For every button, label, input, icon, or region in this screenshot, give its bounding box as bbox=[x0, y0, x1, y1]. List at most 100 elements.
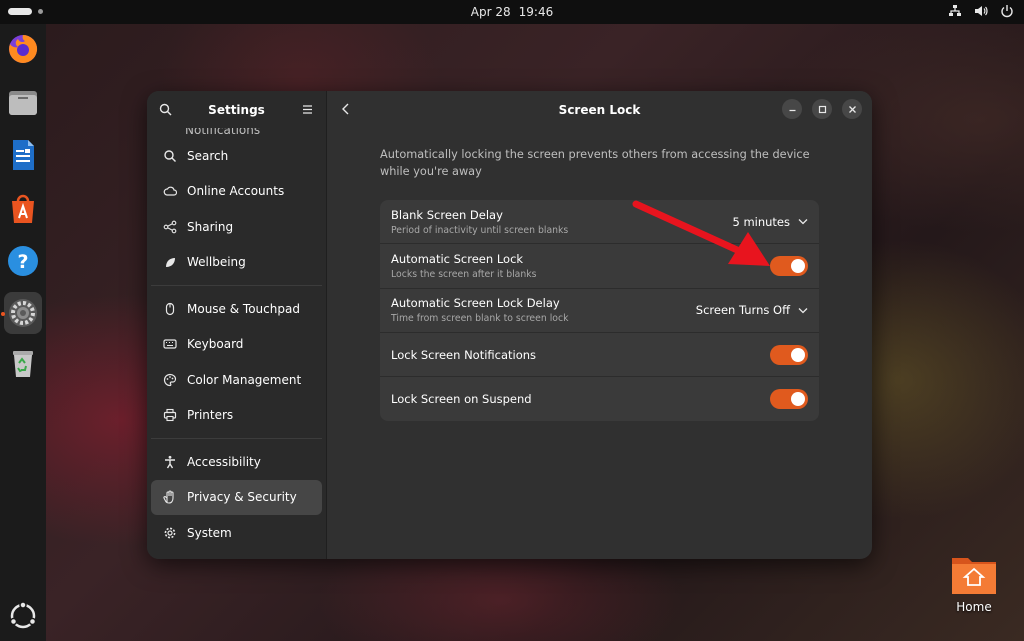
row-subtitle: Locks the screen after it blanks bbox=[391, 268, 537, 280]
share-icon bbox=[163, 220, 177, 234]
sidebar-item-label: Sharing bbox=[187, 219, 234, 234]
automatic-screen-lock-toggle[interactable] bbox=[770, 255, 808, 276]
sidebar-item-label: Online Accounts bbox=[187, 184, 285, 199]
sidebar-item-label: Keyboard bbox=[187, 337, 244, 352]
dropdown-value: Screen Turns Off bbox=[695, 303, 790, 318]
lock-screen-on-suspend-row[interactable]: Lock Screen on Suspend bbox=[380, 377, 819, 421]
close-button[interactable] bbox=[842, 99, 862, 119]
sidebar-item-mouse-touchpad[interactable]: Mouse & Touchpad bbox=[151, 291, 322, 327]
sidebar-item-label: Accessibility bbox=[187, 454, 261, 469]
row-title: Lock Screen Notifications bbox=[391, 347, 537, 362]
trash-icon[interactable] bbox=[4, 342, 42, 384]
lock-screen-notifications-row[interactable]: Lock Screen Notifications bbox=[380, 333, 819, 378]
sidebar-item-label: Search bbox=[187, 148, 229, 163]
row-subtitle: Period of inactivity until screen blanks bbox=[391, 224, 569, 236]
automatic-screen-lock-delay-row[interactable]: Automatic Screen Lock Delay Time from sc… bbox=[380, 289, 819, 333]
sidebar-item-label: Privacy & Security bbox=[187, 490, 297, 505]
sidebar-separator bbox=[151, 285, 322, 286]
mouse-icon bbox=[163, 302, 177, 316]
search-icon[interactable] bbox=[159, 103, 172, 116]
sidebar-item-online-accounts[interactable]: Online Accounts bbox=[151, 174, 322, 210]
row-title: Lock Screen on Suspend bbox=[391, 392, 532, 407]
main-header: Screen Lock bbox=[327, 91, 872, 128]
sidebar-item-label: Color Management bbox=[187, 372, 302, 387]
sidebar-item-keyboard[interactable]: Keyboard bbox=[151, 327, 322, 363]
workspace-dot bbox=[38, 9, 43, 14]
toggle-knob bbox=[791, 347, 805, 362]
back-button[interactable] bbox=[341, 103, 351, 115]
desktop-home-folder[interactable]: Home bbox=[944, 552, 1004, 614]
sidebar-item-accessibility[interactable]: Accessibility bbox=[151, 444, 322, 480]
sidebar-title: Settings bbox=[208, 102, 265, 117]
sidebar-item-printers[interactable]: Printers bbox=[151, 398, 322, 434]
sidebar-item-label: Mouse & Touchpad bbox=[187, 301, 300, 316]
sidebar-item-sharing[interactable]: Sharing bbox=[151, 209, 322, 245]
desktop-home-label: Home bbox=[956, 600, 992, 614]
blank-screen-delay-dropdown[interactable]: 5 minutes bbox=[732, 215, 808, 229]
page-description: Automatically locking the screen prevent… bbox=[380, 148, 810, 178]
sidebar-list: Notifications Search Online Accounts Sha… bbox=[147, 128, 326, 551]
sidebar-item-cut-off[interactable]: Notifications bbox=[151, 128, 322, 138]
blank-screen-delay-row[interactable]: Blank Screen Delay Period of inactivity … bbox=[380, 200, 819, 245]
clock-time: 19:46 bbox=[518, 5, 554, 19]
maximize-button[interactable] bbox=[812, 99, 832, 119]
row-title: Automatic Screen Lock Delay bbox=[391, 296, 560, 311]
screen-lock-preferences: Blank Screen Delay Period of inactivity … bbox=[380, 200, 819, 422]
sidebar-item-system[interactable]: System bbox=[151, 515, 322, 551]
automatic-screen-lock-row[interactable]: Automatic Screen Lock Locks the screen a… bbox=[380, 244, 819, 289]
sidebar-item-label: System bbox=[187, 525, 232, 540]
clock[interactable]: Apr 28 19:46 bbox=[471, 5, 553, 19]
chevron-left-icon bbox=[342, 103, 349, 115]
help-icon[interactable]: ? bbox=[4, 240, 42, 282]
settings-icon[interactable] bbox=[4, 292, 42, 334]
window-controls bbox=[782, 99, 862, 119]
page-title: Screen Lock bbox=[558, 102, 641, 117]
maximize-icon bbox=[818, 105, 826, 113]
dropdown-value: 5 minutes bbox=[732, 214, 790, 229]
sidebar-separator bbox=[151, 438, 322, 439]
writer-icon[interactable] bbox=[4, 134, 42, 176]
activities-indicator[interactable] bbox=[8, 8, 43, 15]
sidebar-item-label: Printers bbox=[187, 408, 234, 423]
sidebar-item-label: Wellbeing bbox=[187, 255, 246, 270]
close-icon bbox=[848, 105, 856, 113]
network-icon[interactable] bbox=[948, 4, 962, 18]
clock-date: Apr 28 bbox=[470, 5, 511, 19]
home-folder-icon bbox=[952, 558, 996, 594]
power-icon[interactable] bbox=[1000, 4, 1014, 18]
svg-text:?: ? bbox=[17, 251, 28, 273]
automatic-screen-lock-delay-dropdown[interactable]: Screen Turns Off bbox=[696, 303, 808, 317]
chevron-down-icon bbox=[798, 307, 808, 314]
hand-icon bbox=[163, 490, 177, 504]
running-indicator bbox=[1, 312, 5, 316]
keyboard-icon bbox=[163, 337, 177, 351]
toggle-knob bbox=[791, 392, 805, 407]
sidebar-item-wellbeing[interactable]: Wellbeing bbox=[151, 245, 322, 281]
volume-icon[interactable] bbox=[974, 4, 988, 18]
minimize-button[interactable] bbox=[782, 99, 802, 119]
row-title: Blank Screen Delay bbox=[391, 207, 503, 222]
search-icon bbox=[163, 149, 177, 163]
system-tray[interactable] bbox=[948, 4, 1014, 18]
chevron-down-icon bbox=[798, 219, 808, 225]
workspace-active-pill bbox=[8, 8, 32, 15]
firefox-icon[interactable] bbox=[4, 28, 42, 70]
leaf-icon bbox=[163, 255, 177, 269]
lock-screen-on-suspend-toggle[interactable] bbox=[770, 389, 808, 410]
hamburger-menu-icon[interactable] bbox=[301, 103, 314, 116]
settings-window: Settings Notifications Search Online Acc… bbox=[147, 91, 872, 559]
sidebar-item-privacy-security[interactable]: Privacy & Security bbox=[151, 479, 322, 515]
sidebar-item-search[interactable]: Search bbox=[151, 138, 322, 174]
top-bar: Apr 28 19:46 bbox=[0, 0, 1024, 24]
lock-screen-notifications-toggle[interactable] bbox=[770, 344, 808, 365]
settings-main-panel: Screen Lock Automatically locking the sc… bbox=[327, 91, 872, 559]
toggle-knob bbox=[791, 258, 805, 273]
settings-sidebar: Settings Notifications Search Online Acc… bbox=[147, 91, 327, 559]
row-subtitle: Time from screen blank to screen lock bbox=[391, 313, 569, 325]
minimize-icon bbox=[789, 109, 795, 111]
row-title: Automatic Screen Lock bbox=[391, 251, 524, 266]
app-center-icon[interactable] bbox=[4, 187, 42, 229]
sidebar-item-color-management[interactable]: Color Management bbox=[151, 362, 322, 398]
show-apps-icon[interactable] bbox=[4, 595, 42, 637]
files-icon[interactable] bbox=[4, 81, 42, 123]
